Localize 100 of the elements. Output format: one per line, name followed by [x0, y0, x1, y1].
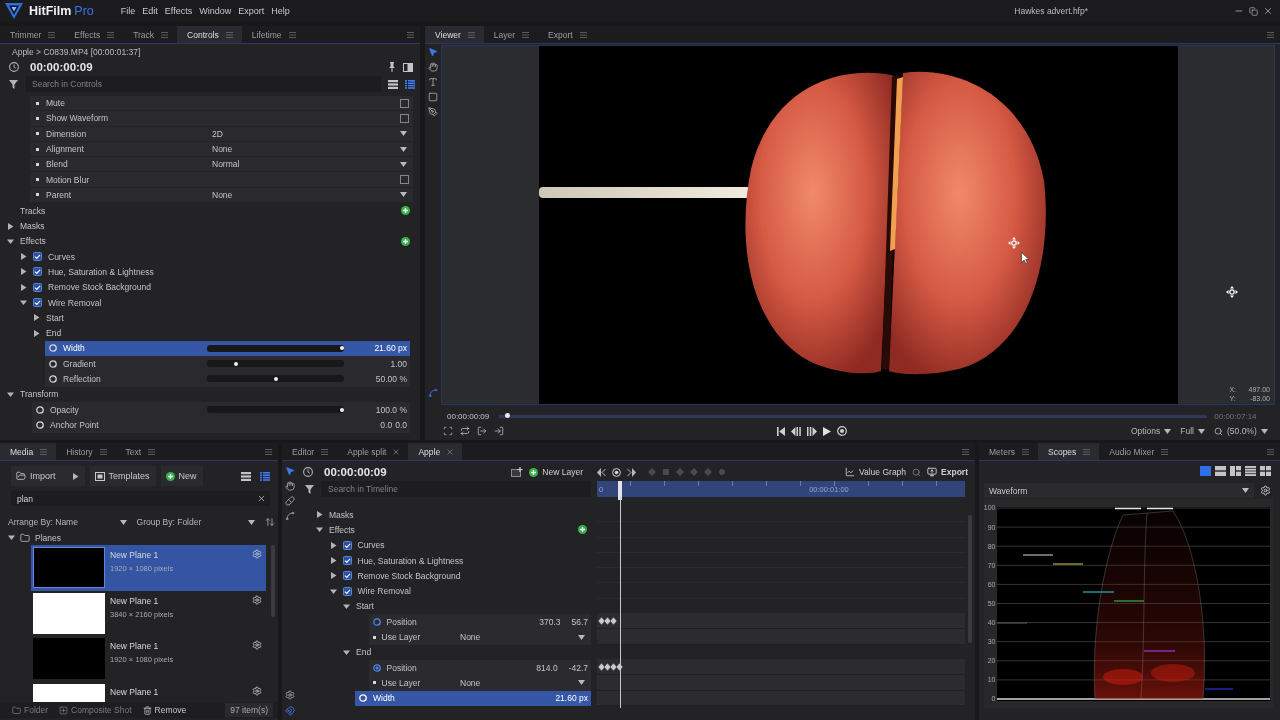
caret-down-icon[interactable] [343, 602, 350, 610]
playhead-handle[interactable] [618, 481, 622, 500]
checkbox[interactable] [33, 282, 42, 292]
search-field[interactable]: Search in Timeline [321, 481, 591, 497]
remove-button[interactable]: Remove [142, 705, 187, 715]
caret-right-icon[interactable] [20, 268, 27, 276]
keyframe-icon[interactable] [598, 617, 605, 626]
filter-icon[interactable] [9, 79, 18, 89]
detail-view-icon[interactable] [405, 79, 415, 89]
fit-frame-icon[interactable] [443, 426, 453, 436]
tab[interactable]: Controls [177, 26, 242, 43]
caret-right-icon[interactable] [20, 283, 27, 291]
keyframe-icon[interactable] [610, 617, 617, 626]
box-arrow-out-icon[interactable] [477, 426, 487, 436]
scrub-thumb[interactable] [505, 413, 511, 418]
quality-dropdown[interactable]: Full [1180, 426, 1205, 436]
panel-menu-icon[interactable] [1267, 31, 1274, 38]
caret-right-icon[interactable] [329, 557, 337, 565]
list-view-icon[interactable] [241, 471, 251, 481]
menu-item[interactable]: Effects [164, 6, 193, 16]
settings-icon[interactable] [252, 594, 262, 605]
menu-item[interactable]: Edit [142, 6, 158, 16]
pin-icon[interactable] [389, 62, 395, 72]
layer-add-icon[interactable] [511, 467, 524, 477]
add-icon[interactable] [578, 525, 587, 535]
menu-icon[interactable] [288, 31, 296, 38]
caret-right-icon[interactable] [316, 511, 323, 519]
menu-item[interactable]: Export [238, 6, 265, 16]
previous-keyframe-icon[interactable] [597, 467, 606, 477]
property-row[interactable]: Position 814.0 -42.7 [368, 659, 591, 676]
add-icon[interactable] [401, 206, 410, 216]
pointer-icon[interactable] [428, 47, 438, 57]
ring-dot-icon[interactable] [372, 663, 381, 672]
menu-icon[interactable] [321, 448, 329, 455]
checkbox[interactable] [33, 267, 42, 277]
keyframe-icon[interactable] [616, 663, 623, 672]
menu-icon[interactable] [161, 31, 169, 38]
settings-icon[interactable] [252, 640, 262, 650]
caret-down-icon[interactable] [20, 299, 27, 306]
panel-menu-icon[interactable] [962, 448, 969, 455]
next-keyframe-icon[interactable] [627, 467, 636, 477]
dropdown[interactable]: None [212, 141, 413, 157]
filter-icon[interactable] [305, 484, 314, 494]
property-row[interactable]: Opacity 100.0 % [32, 401, 410, 418]
menu-icon[interactable] [148, 448, 156, 455]
menu-item[interactable]: File [120, 6, 136, 16]
checkbox[interactable] [400, 175, 409, 185]
menu-item[interactable]: Help [271, 6, 290, 16]
caret-right-icon[interactable] [33, 329, 40, 337]
magnet-icon[interactable] [284, 706, 295, 716]
target-icon[interactable] [837, 426, 847, 436]
slider-thumb[interactable] [339, 346, 344, 351]
settings-icon[interactable] [252, 685, 262, 696]
new-layer-button[interactable]: New Layer [529, 467, 583, 477]
tab[interactable]: Apple split [337, 443, 409, 460]
search-icon[interactable] [912, 467, 922, 477]
move-handle-icon[interactable] [1226, 286, 1238, 298]
caret-right-icon[interactable] [329, 572, 337, 580]
detail-view-icon[interactable] [260, 471, 270, 481]
checkbox[interactable] [342, 586, 352, 596]
rectangle-icon[interactable] [428, 92, 438, 102]
panel-menu-icon[interactable] [265, 448, 272, 455]
sort-icon[interactable] [265, 517, 275, 527]
options-dropdown[interactable]: Options [1131, 426, 1172, 436]
menu-icon[interactable] [579, 31, 587, 38]
slider-track[interactable] [207, 406, 344, 414]
caret-right-icon[interactable] [33, 314, 40, 322]
tab[interactable]: Layer [483, 26, 539, 43]
dropdown[interactable]: Normal [212, 157, 413, 172]
checkbox[interactable] [342, 556, 352, 566]
tab[interactable]: Viewer [425, 26, 484, 43]
text-icon[interactable] [428, 77, 438, 87]
box-arrow-in-icon[interactable] [494, 426, 504, 436]
tab[interactable]: Export [538, 26, 596, 43]
close-icon[interactable] [1263, 6, 1273, 16]
scope-type-dropdown[interactable]: Waveform [984, 483, 1254, 498]
pen-icon[interactable] [428, 107, 438, 117]
tab[interactable]: Trimmer [0, 26, 65, 43]
panel-menu-icon[interactable] [1267, 448, 1274, 455]
group-dropdown[interactable]: Group By: Folder [136, 517, 256, 527]
step-forward-icon[interactable] [807, 426, 817, 436]
tab[interactable]: Scopes [1038, 443, 1100, 460]
dropdown[interactable]: None [460, 675, 591, 691]
slider-track[interactable] [207, 375, 344, 383]
settings-icon[interactable] [252, 549, 262, 559]
settings-icon[interactable] [1260, 485, 1271, 496]
caret-right-icon[interactable] [329, 541, 337, 549]
search-field[interactable]: plan [11, 491, 270, 506]
close-icon[interactable] [447, 448, 454, 455]
tab[interactable]: Apple [408, 443, 463, 460]
caret-down-icon[interactable] [343, 648, 350, 656]
menu-item[interactable]: Window [199, 6, 232, 16]
property-row[interactable]: Reflection 50.00 % [45, 371, 410, 387]
zoom-dropdown[interactable]: (50.0%) [1214, 426, 1268, 436]
hand-icon[interactable] [284, 481, 295, 491]
keyframe-icon[interactable] [604, 663, 611, 672]
dropdown[interactable]: None [212, 187, 413, 203]
tab[interactable]: Audio Mixer [1099, 443, 1178, 460]
search-field[interactable]: Search in Controls [25, 76, 381, 92]
settings-icon[interactable] [284, 690, 295, 700]
